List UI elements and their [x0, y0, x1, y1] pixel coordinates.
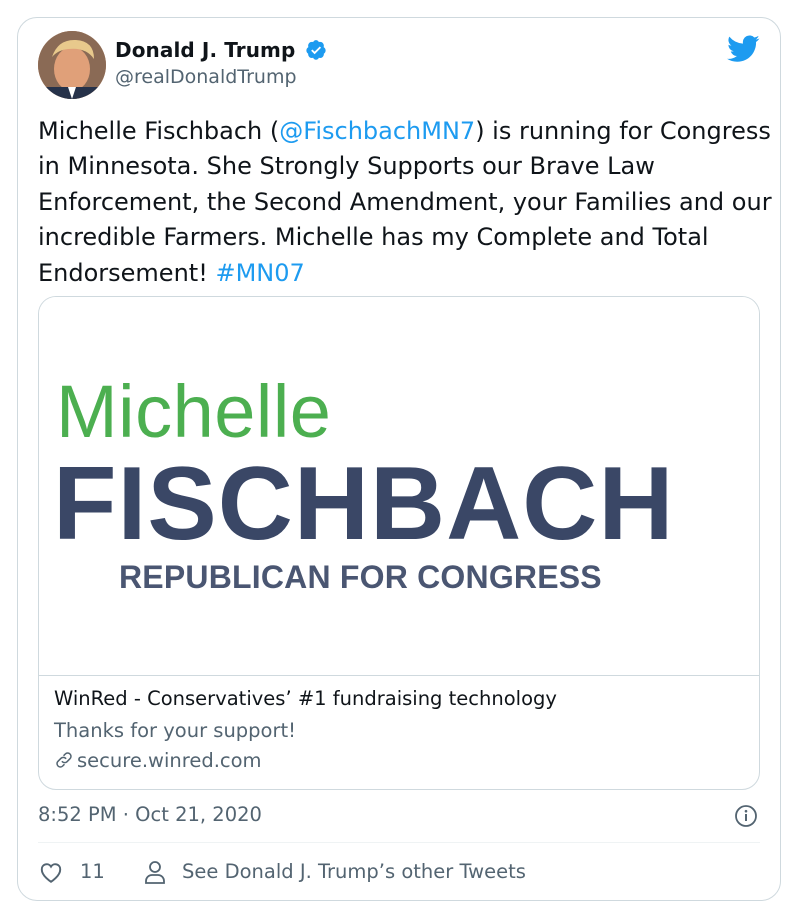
- link-card-title[interactable]: WinRed - Conservatives’ #1 fundraising t…: [54, 687, 557, 710]
- twitter-bird-icon[interactable]: [727, 35, 760, 63]
- link-card-image[interactable]: Michelle FISCHBACH REPUBLICAN FOR CONGRE…: [39, 297, 759, 676]
- mention-link[interactable]: @FischbachMN7: [279, 117, 475, 145]
- person-icon: [145, 861, 165, 884]
- logo-subtitle: REPUBLICAN FOR CONGRESS: [119, 559, 602, 595]
- link-card[interactable]: Michelle FISCHBACH REPUBLICAN FOR CONGRE…: [38, 296, 760, 790]
- hashtag-link[interactable]: #MN07: [215, 259, 304, 287]
- author-name[interactable]: Donald J. Trump: [115, 38, 295, 62]
- tweet-timestamp[interactable]: 8:52 PM · Oct 21, 2020: [38, 803, 262, 826]
- link-icon: [56, 752, 72, 768]
- avatar[interactable]: [38, 31, 106, 99]
- heart-icon[interactable]: [38, 860, 64, 884]
- see-other-tweets-link[interactable]: See Donald J. Trump’s other Tweets: [182, 860, 526, 883]
- tweet-text: Michelle Fischbach (@FischbachMN7) is ru…: [38, 114, 773, 291]
- link-card-url-text: secure.winred.com: [77, 749, 262, 772]
- link-card-description: Thanks for your support!: [54, 719, 296, 742]
- footer-divider: [38, 842, 760, 843]
- info-icon[interactable]: [734, 804, 758, 828]
- logo-last-name: FISCHBACH: [53, 446, 675, 562]
- tweet-text-part1: Michelle Fischbach (: [38, 117, 280, 145]
- logo-first-name: Michelle: [56, 370, 332, 453]
- verified-badge-icon: [306, 40, 326, 60]
- author-handle[interactable]: @realDonaldTrump: [115, 66, 297, 88]
- like-count[interactable]: 11: [80, 860, 105, 883]
- link-card-url[interactable]: secure.winred.com: [54, 749, 262, 772]
